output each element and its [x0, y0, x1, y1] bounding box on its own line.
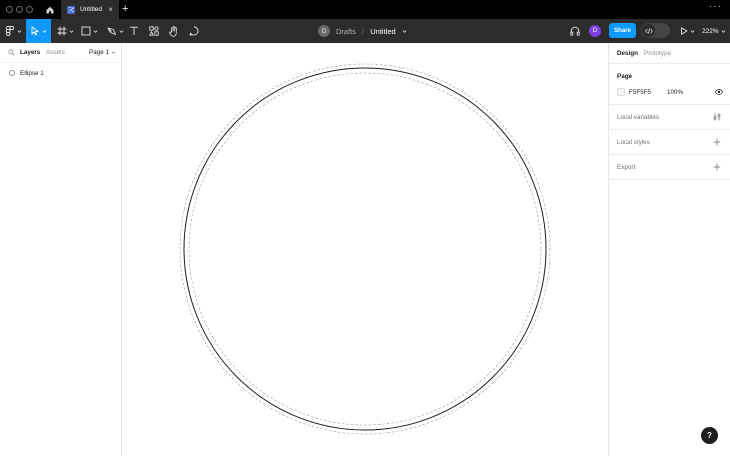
- shape-tool-button[interactable]: [78, 19, 100, 43]
- eye-icon[interactable]: [715, 89, 723, 95]
- page-color-swatch[interactable]: [617, 88, 625, 96]
- local-variables-row[interactable]: Local variables: [609, 105, 730, 130]
- variables-icon[interactable]: [713, 113, 721, 121]
- cursor-icon: [31, 26, 39, 36]
- toolbar: D Drafts / Untitled D Share 222%: [0, 19, 730, 43]
- layer-name: Ellipse 1: [20, 69, 44, 77]
- zoom-control[interactable]: 222%: [702, 19, 726, 43]
- export-label: Export: [617, 164, 636, 171]
- title-bar: Untitled × + ···: [0, 0, 730, 19]
- tab-layers[interactable]: Layers: [20, 49, 40, 56]
- search-icon[interactable]: [8, 49, 15, 56]
- chevron-down-icon: [42, 29, 46, 33]
- dev-mode-toggle[interactable]: [641, 23, 670, 38]
- plus-icon[interactable]: [713, 138, 721, 146]
- page-color-opacity[interactable]: 100%: [667, 89, 683, 96]
- layers-panel: Layers Assets Page 1 Ellipse 1: [0, 43, 122, 456]
- main-menu-button[interactable]: [3, 19, 25, 43]
- chevron-down-icon: [111, 51, 116, 54]
- play-icon: [680, 27, 687, 35]
- rectangle-icon: [81, 26, 90, 36]
- ellipse-outer-guide: [179, 63, 551, 435]
- local-styles-row[interactable]: Local styles: [609, 130, 730, 155]
- pen-icon: [107, 27, 116, 35]
- page-section-title: Page: [617, 73, 633, 80]
- canvas[interactable]: [122, 43, 608, 456]
- breadcrumb-separator: /: [362, 26, 365, 36]
- figma-file-icon: [67, 5, 75, 14]
- file-name[interactable]: Untitled: [370, 27, 395, 36]
- properties-panel: Design Prototype Page F5F5F5 100% Local …: [608, 43, 730, 456]
- resources-tool-button[interactable]: [147, 19, 161, 43]
- page-section: Page F5F5F5 100%: [609, 64, 730, 105]
- ellipse-icon: [9, 70, 15, 76]
- share-button[interactable]: Share: [609, 23, 636, 38]
- chevron-down-icon: [721, 29, 726, 33]
- local-styles-label: Local styles: [617, 139, 650, 146]
- resources-icon: [149, 26, 159, 36]
- page-color-hex[interactable]: F5F5F5: [629, 89, 651, 96]
- layer-row[interactable]: Ellipse 1: [0, 67, 121, 79]
- code-icon: [644, 27, 653, 34]
- page-selector-label: Page 1: [89, 49, 109, 56]
- page-selector[interactable]: Page 1: [89, 49, 116, 56]
- team-avatar[interactable]: D: [318, 25, 330, 37]
- move-tool-button[interactable]: [26, 19, 51, 43]
- tab-assets[interactable]: Assets: [46, 49, 65, 56]
- audio-button[interactable]: [568, 19, 582, 43]
- window-close-dot[interactable]: [6, 6, 13, 13]
- window-minimize-dot[interactable]: [16, 6, 23, 13]
- chevron-down-icon: [119, 29, 123, 33]
- pen-tool-button[interactable]: [103, 19, 127, 43]
- chevron-down-icon: [17, 29, 22, 33]
- left-panel-tabs: Layers Assets Page 1: [0, 43, 121, 63]
- local-variables-label: Local variables: [617, 114, 660, 121]
- file-tab-label: Untitled: [80, 6, 103, 13]
- tab-design[interactable]: Design: [617, 50, 638, 57]
- ellipse-inner-guide: [188, 72, 542, 426]
- dev-mode-knob: [642, 24, 655, 37]
- present-button[interactable]: [677, 19, 697, 43]
- export-row[interactable]: Export: [609, 155, 730, 180]
- tab-close-icon[interactable]: ×: [108, 5, 113, 14]
- file-tab[interactable]: Untitled ×: [61, 0, 119, 19]
- chevron-down-icon: [69, 29, 73, 33]
- canvas-drawing: [179, 63, 551, 435]
- chevron-down-icon: [93, 29, 97, 33]
- chevron-down-icon[interactable]: [402, 29, 407, 34]
- figma-menu-icon: [6, 26, 14, 36]
- window-zoom-dot[interactable]: [26, 6, 33, 13]
- tab-prototype[interactable]: Prototype: [644, 50, 671, 57]
- chevron-down-icon: [690, 29, 694, 33]
- headphones-icon: [570, 26, 580, 36]
- ellipse-1-shape[interactable]: [183, 67, 547, 431]
- home-button[interactable]: [40, 0, 59, 19]
- new-tab-button[interactable]: +: [122, 2, 128, 17]
- zoom-level: 222%: [702, 27, 719, 35]
- breadcrumb: D Drafts / Untitled: [318, 24, 407, 38]
- breadcrumb-drafts[interactable]: Drafts: [336, 27, 356, 36]
- plus-icon[interactable]: [713, 163, 721, 171]
- hand-tool-button[interactable]: [167, 19, 181, 43]
- frame-tool-button[interactable]: [54, 19, 76, 43]
- user-avatar[interactable]: D: [589, 25, 601, 37]
- comment-icon: [189, 26, 199, 36]
- right-panel-tabs: Design Prototype: [609, 43, 730, 64]
- frame-icon: [57, 26, 66, 36]
- home-icon: [46, 6, 53, 13]
- more-menu-icon[interactable]: ···: [709, 1, 722, 12]
- hand-icon: [169, 25, 177, 37]
- text-tool-button[interactable]: [127, 19, 141, 43]
- comment-tool-button[interactable]: [187, 19, 201, 43]
- help-button[interactable]: ?: [701, 427, 718, 444]
- text-icon: [130, 26, 138, 35]
